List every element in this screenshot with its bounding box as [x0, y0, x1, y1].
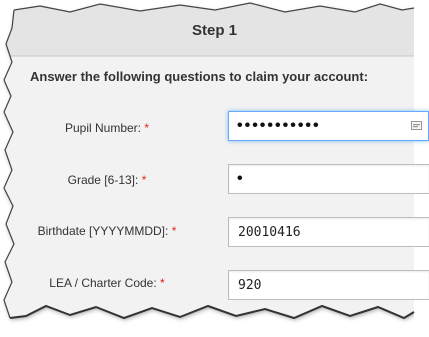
grade-label: Grade [6-13]: * — [67, 173, 147, 187]
grade-value: • — [237, 170, 245, 187]
claim-account-form: Step 1 Answer the following questions to… — [0, 0, 429, 337]
step-title: Step 1 — [191, 22, 237, 39]
required-marker: * — [160, 276, 165, 290]
password-manager-icon[interactable] — [411, 121, 422, 130]
lea-code-value: 920 — [238, 278, 262, 293]
pupil-number-label: Pupil Number: * — [64, 121, 150, 135]
required-marker: * — [171, 224, 177, 238]
birthdate-label: Birthdate [YYYYMMDD]: * — [37, 224, 177, 238]
lea-code-input[interactable]: 920 — [228, 270, 429, 300]
pupil-number-value: ••••••••••• — [237, 117, 321, 134]
required-marker: * — [141, 173, 147, 187]
grade-input[interactable]: • — [228, 164, 429, 194]
required-marker: * — [144, 121, 150, 135]
birthdate-input[interactable]: 20010416 — [228, 217, 429, 247]
instructions-text: Answer the following questions to claim … — [30, 69, 369, 84]
pupil-number-input[interactable]: ••••••••••• — [228, 111, 429, 141]
lea-code-label: LEA / Charter Code: * — [49, 276, 165, 290]
birthdate-value: 20010416 — [238, 225, 301, 240]
